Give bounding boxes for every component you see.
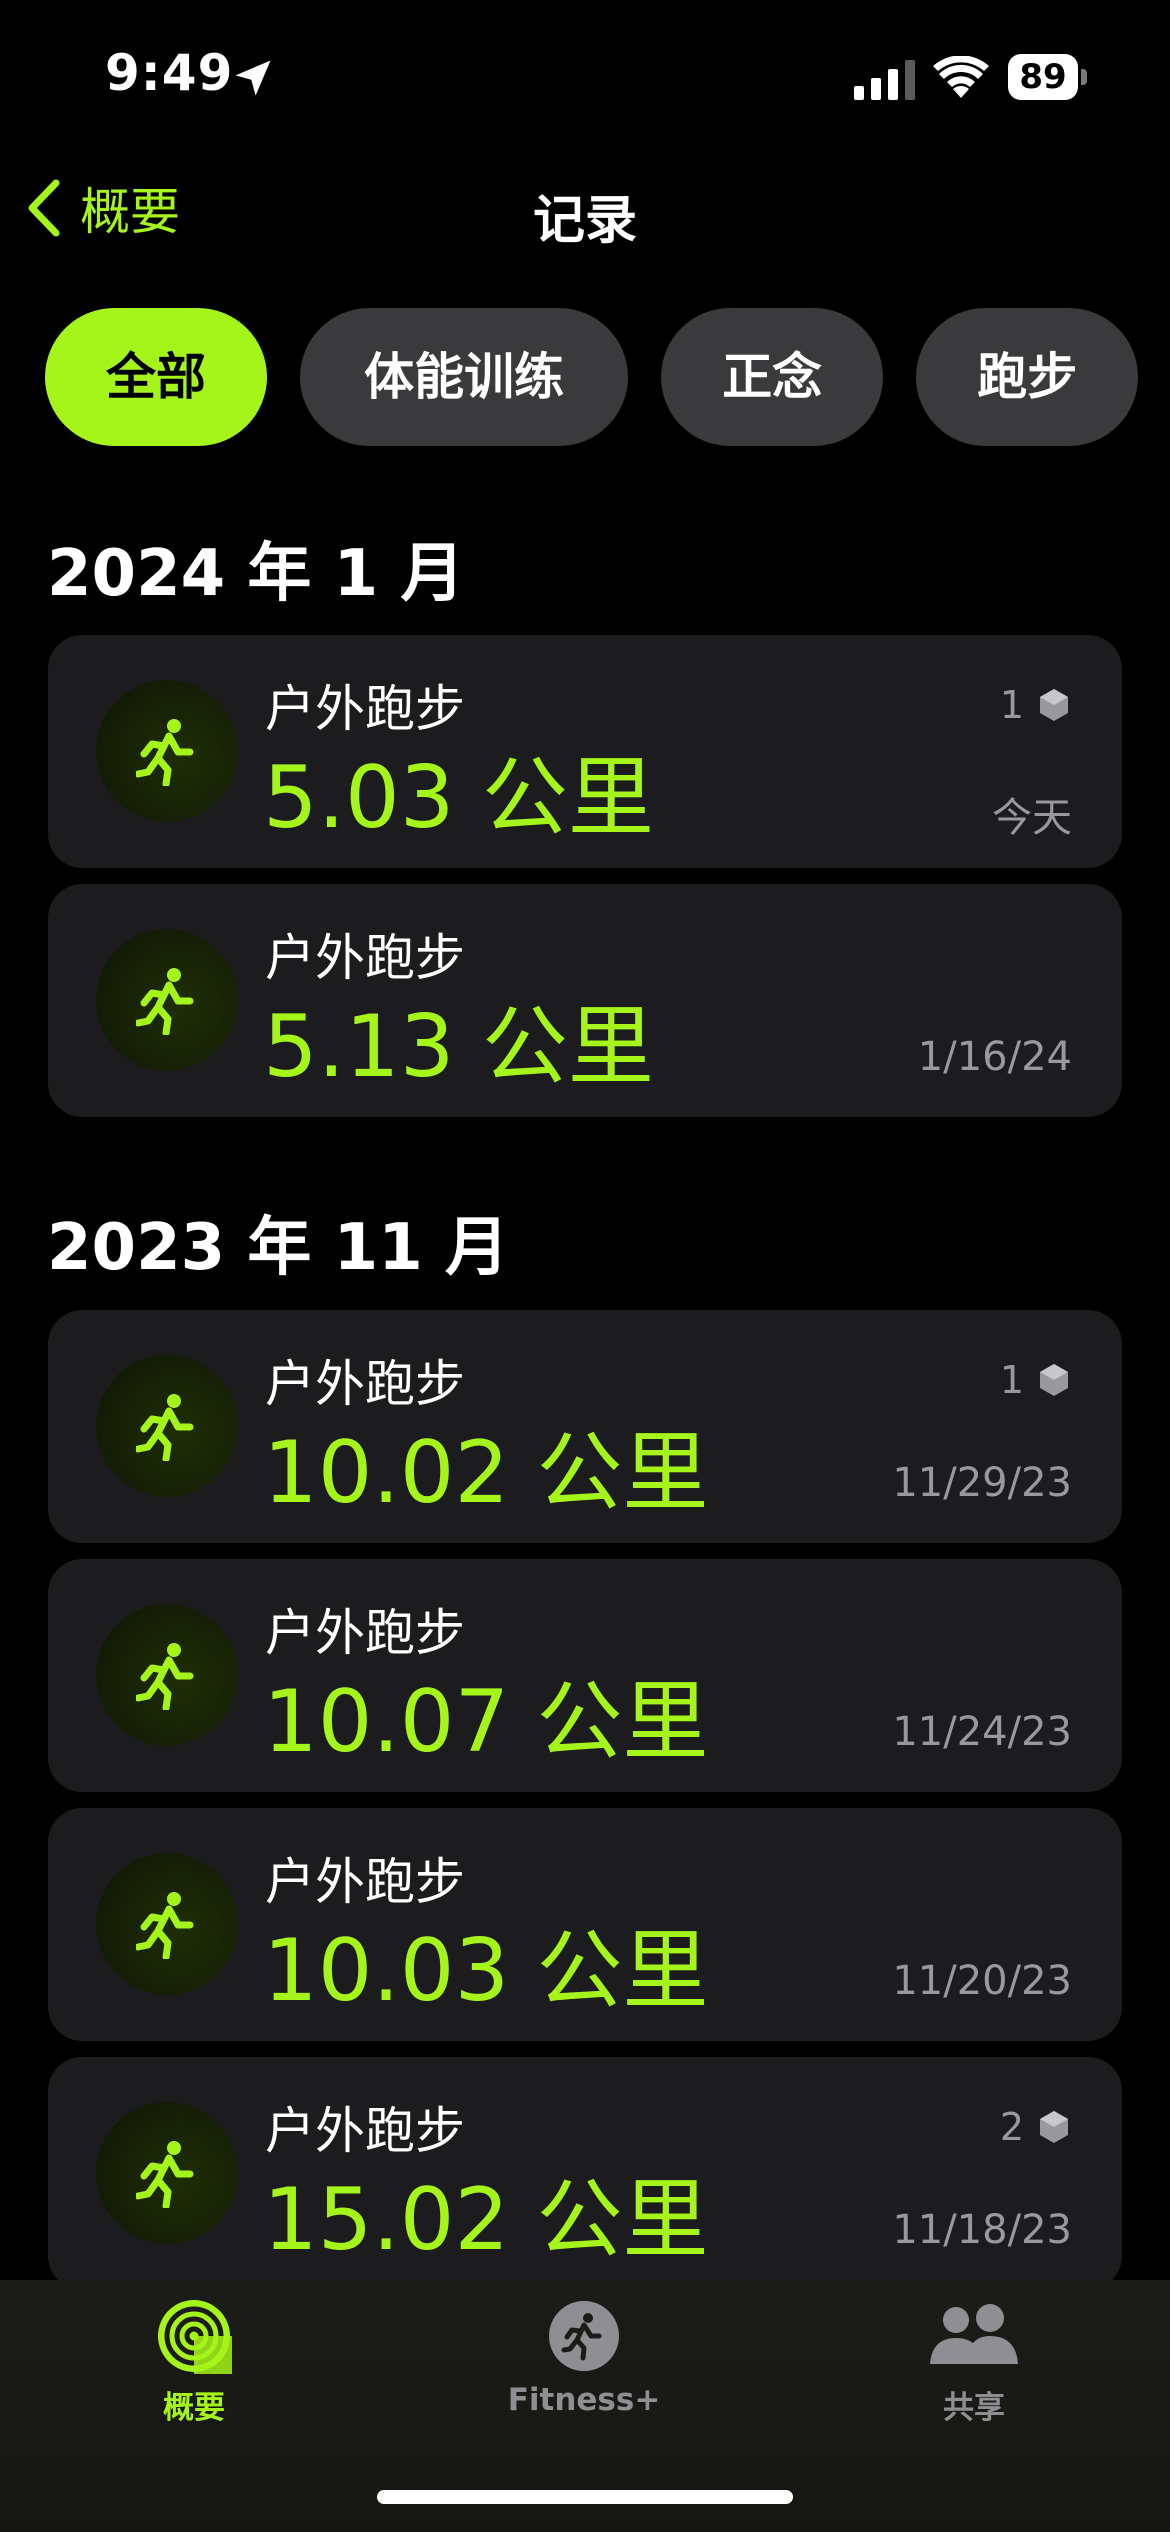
- workout-icon: [96, 1853, 238, 1995]
- section-title: 2023 年 11 月: [47, 1211, 510, 1285]
- people-icon: [930, 2304, 1018, 2364]
- running-figure-icon: [136, 2141, 194, 2208]
- running-figure-icon: [136, 1892, 194, 1959]
- battery-level: 89: [1019, 57, 1067, 97]
- workout-date: 1/16/24: [917, 1034, 1072, 1080]
- award-badge: 1: [1000, 1358, 1070, 1402]
- workout-card[interactable]: 户外跑步 15.02 公里 2 11/18/23: [48, 2057, 1122, 2290]
- workout-date: 11/29/23: [892, 1460, 1072, 1506]
- award-count: 1: [999, 1358, 1024, 1402]
- home-indicator[interactable]: [377, 2490, 793, 2504]
- running-figure-icon: [136, 1394, 194, 1461]
- tab-fitness-plus[interactable]: Fitness+: [464, 2298, 704, 2418]
- location-arrow-icon: [235, 60, 271, 96]
- workout-icon: [96, 929, 238, 1071]
- workout-distance: 5.03 公里: [263, 748, 654, 848]
- workout-card[interactable]: 户外跑步 10.03 公里 11/20/23: [48, 1808, 1122, 2041]
- tab-summary-label: 概要: [163, 2390, 225, 2426]
- tab-fitness-label: Fitness+: [507, 2382, 661, 2418]
- workout-icon: [96, 1604, 238, 1746]
- running-figure-icon: [136, 968, 194, 1035]
- award-count: 1: [999, 683, 1024, 727]
- filter-chip-running[interactable]: 跑步: [916, 308, 1139, 446]
- workout-icon: [96, 2102, 238, 2244]
- award-hexagon-icon: [1040, 689, 1068, 721]
- workout-distance: 10.02 公里: [263, 1423, 709, 1523]
- battery-icon: 89: [1008, 54, 1088, 100]
- navigation-bar: 概要 记录: [0, 150, 1170, 260]
- activity-rings-icon: [158, 2300, 232, 2374]
- wifi-icon: [933, 56, 989, 98]
- workout-card[interactable]: 户外跑步 10.07 公里 11/24/23: [48, 1559, 1122, 1792]
- cellular-signal-icon: [854, 60, 915, 100]
- tab-sharing[interactable]: 共享: [854, 2298, 1094, 2427]
- running-figure-icon: [136, 719, 194, 786]
- workout-icon: [96, 680, 238, 822]
- workout-card[interactable]: 户外跑步 5.03 公里 1 今天: [48, 635, 1122, 868]
- workout-distance: 5.13 公里: [263, 997, 654, 1097]
- award-hexagon-icon: [1040, 1364, 1068, 1396]
- status-bar: 9:49 89: [0, 0, 1170, 150]
- workout-date: 今天: [992, 795, 1072, 841]
- fitness-plus-icon: [549, 2301, 619, 2371]
- running-figure-icon: [136, 1643, 194, 1710]
- section-title: 2024 年 1 月: [47, 537, 465, 611]
- award-hexagon-icon: [1040, 2111, 1068, 2143]
- award-badge: 1: [1000, 683, 1070, 727]
- workout-distance: 15.02 公里: [263, 2170, 709, 2270]
- status-time: 9:49: [105, 44, 234, 102]
- workout-distance: 10.03 公里: [263, 1921, 709, 2021]
- workout-date: 11/20/23: [892, 1958, 1072, 2004]
- award-badge: 2: [1000, 2105, 1070, 2149]
- page-title: 记录: [532, 191, 637, 251]
- workout-distance: 10.07 公里: [263, 1672, 709, 1772]
- filter-chip-functional-training[interactable]: 体能训练: [300, 308, 629, 446]
- tab-sharing-label: 共享: [943, 2390, 1005, 2426]
- award-count: 2: [999, 2105, 1024, 2149]
- tab-summary[interactable]: 概要: [74, 2298, 314, 2427]
- workout-card[interactable]: 户外跑步 5.13 公里 1/16/24: [48, 884, 1122, 1117]
- filter-chip-mindfulness[interactable]: 正念: [661, 308, 884, 446]
- filter-chip-all[interactable]: 全部: [45, 308, 267, 446]
- workout-card[interactable]: 户外跑步 10.02 公里 1 11/29/23: [48, 1310, 1122, 1543]
- filter-chips: 全部 体能训练 正念 跑步: [45, 308, 1170, 448]
- workout-date: 11/18/23: [892, 2207, 1072, 2253]
- workout-date: 11/24/23: [892, 1709, 1072, 1755]
- workout-icon: [96, 1355, 238, 1497]
